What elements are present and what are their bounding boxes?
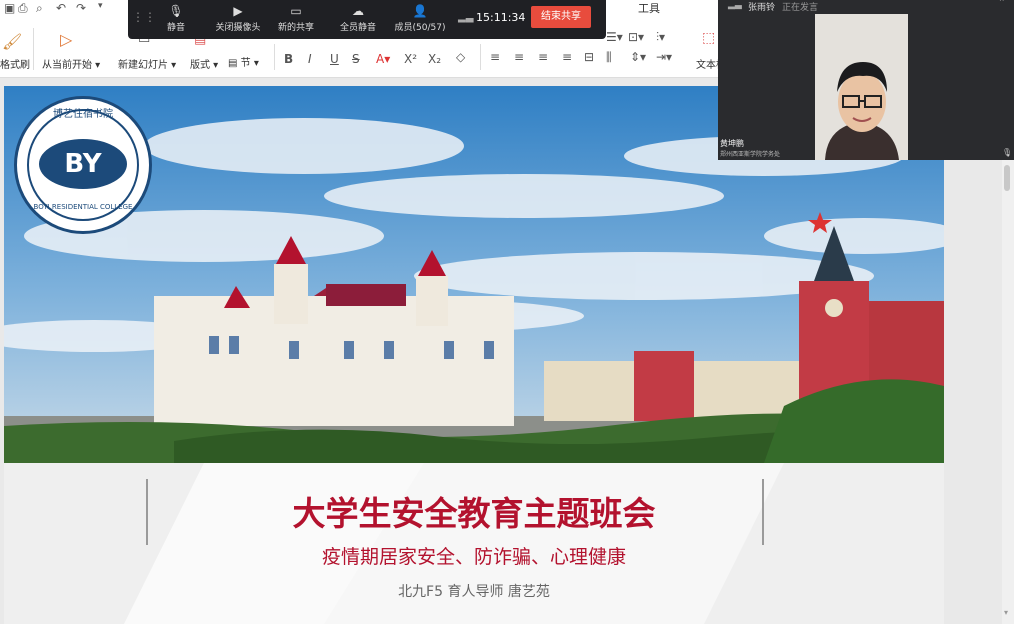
members-label: 成员(50/57) <box>394 23 446 33</box>
layout-button[interactable]: 版式 ▾ <box>190 56 218 71</box>
participant-video <box>815 14 908 160</box>
paragraph-spacing-icon[interactable]: ⇕▾ <box>630 50 646 64</box>
bold-icon[interactable]: B <box>284 52 293 66</box>
camera-off-button[interactable]: ▶ 关闭摄像头 <box>208 2 268 33</box>
screen-share-icon: ▭ <box>290 4 302 18</box>
align-right-icon[interactable]: ≡ <box>538 50 548 64</box>
slide-subtitle: 疫情期居家安全、防诈骗、心理健康 <box>321 546 626 568</box>
slide-title-area: 大学生安全教育主题班会 疫情期居家安全、防诈骗、心理健康 北九F5 育人导师 唐… <box>4 463 944 624</box>
logo-cn-text: 博艺住宿书院 <box>53 109 113 120</box>
scroll-down-icon[interactable]: ▾ <box>1004 608 1008 617</box>
slide[interactable]: 博艺住宿书院 BY BOYI RESIDENTIAL COLLEGE 大学生安全… <box>4 86 944 624</box>
mute-button[interactable]: 🎙 静音 <box>146 2 206 33</box>
customize-dropdown-icon[interactable]: ▾ <box>98 1 103 11</box>
signal-icon: ▂▃ <box>458 12 474 23</box>
justify-icon[interactable]: ≡ <box>562 50 572 64</box>
section-button[interactable]: ▤ 节 ▾ <box>228 54 259 69</box>
align-left-icon[interactable]: ≡ <box>490 50 500 64</box>
text-box-icon[interactable]: ⬚ <box>702 30 715 46</box>
columns-icon[interactable]: ⫼ <box>606 50 612 65</box>
layout-label: 版式 <box>190 60 210 71</box>
collapse-icon[interactable]: ⌃ <box>998 0 1006 8</box>
superscript-icon[interactable]: X² <box>404 52 417 66</box>
section-label: 节 <box>240 58 251 69</box>
divider <box>274 44 275 70</box>
camera-icon: ▶ <box>233 4 243 18</box>
speaker-name: 张雨铃 <box>748 3 776 13</box>
new-slide-label: 新建幻灯片 <box>118 60 168 71</box>
divider <box>480 44 481 70</box>
participant-org: 郑州西亚斯学院学务处 <box>720 151 781 158</box>
font-color-icon[interactable]: A▾ <box>376 52 390 66</box>
new-slide-button[interactable]: 新建幻灯片 ▾ <box>118 56 176 71</box>
line-spacing-icon[interactable]: ☰▾ <box>606 30 623 44</box>
distribute-icon[interactable]: ⊟ <box>584 50 594 64</box>
clear-format-icon[interactable]: ◇ <box>456 50 465 64</box>
format-painter-icon[interactable]: 🖌 <box>2 32 22 51</box>
new-share-button[interactable]: ▭ 新的共享 <box>266 2 326 33</box>
tab-tools[interactable]: 工具 <box>638 0 660 16</box>
meeting-time: 15:11:34 <box>476 11 526 24</box>
subscript-icon[interactable]: X₂ <box>428 52 441 66</box>
redo-icon[interactable]: ↷ <box>76 1 86 15</box>
logo-en-text: BOYI RESIDENTIAL COLLEGE <box>33 203 133 211</box>
scrollbar-thumb[interactable] <box>1004 165 1010 191</box>
participant-svg <box>815 14 908 160</box>
italic-icon[interactable]: I <box>308 52 312 66</box>
print-icon[interactable]: ⎙ <box>18 1 28 16</box>
slide-presenter: 北九F5 育人导师 唐艺苑 <box>398 584 550 600</box>
end-share-button[interactable]: 结束共享 <box>531 6 591 28</box>
play-from-current-button[interactable]: 从当前开始 ▾ <box>42 56 100 71</box>
divider <box>33 28 34 70</box>
mute-all-button[interactable]: ☁ 全员静音 <box>328 2 388 33</box>
microphone-icon: 🎙 <box>1002 148 1013 157</box>
slide-title: 大学生安全教育主题班会 <box>292 494 656 533</box>
undo-icon[interactable]: ↶ <box>56 1 66 15</box>
college-logo: 博艺住宿书院 BY BOYI RESIDENTIAL COLLEGE <box>14 96 152 234</box>
align-center-icon[interactable]: ≡ <box>514 50 524 64</box>
strikethrough-icon[interactable]: S <box>352 52 360 66</box>
play-icon[interactable]: ▷ <box>60 30 72 49</box>
speaker-bar: ▂▃ 张雨铃 正在发言 ⌃ <box>718 0 1014 13</box>
align-text-icon[interactable]: ⫶▾ <box>656 30 665 45</box>
preview-icon[interactable]: ⌕ <box>36 1 43 16</box>
mute-label: 静音 <box>166 23 185 33</box>
format-painter-button[interactable]: 格式刷 <box>0 56 30 71</box>
microphone-icon: 🎙 <box>168 4 184 18</box>
underline-icon[interactable]: U <box>330 52 339 66</box>
members-button[interactable]: 👤 成员(50/57) <box>390 2 450 33</box>
meeting-control-bar: ⋮⋮ 🎙 静音 ▶ 关闭摄像头 ▭ 新的共享 ☁ 全员静音 👤 成员(50/57… <box>128 0 606 39</box>
new-share-label: 新的共享 <box>277 23 314 33</box>
save-icon[interactable]: ▣ <box>4 1 15 15</box>
indent-icon[interactable]: ⇥▾ <box>656 50 672 64</box>
signal-icon: ▂▃ <box>728 0 742 10</box>
participant-name: 黄坤鹏 <box>720 139 744 148</box>
speaker-status: 正在发言 <box>782 3 819 13</box>
logo-mark: BY <box>39 139 127 189</box>
play-from-current-label: 从当前开始 <box>42 60 92 71</box>
camera-off-label: 关闭摄像头 <box>215 23 261 33</box>
members-icon: 👤 <box>412 4 428 18</box>
text-direction-icon[interactable]: ⊡▾ <box>628 30 644 44</box>
mute-all-label: 全员静音 <box>339 23 376 33</box>
vertical-scrollbar[interactable] <box>1002 160 1014 624</box>
mute-all-icon: ☁ <box>352 4 364 18</box>
